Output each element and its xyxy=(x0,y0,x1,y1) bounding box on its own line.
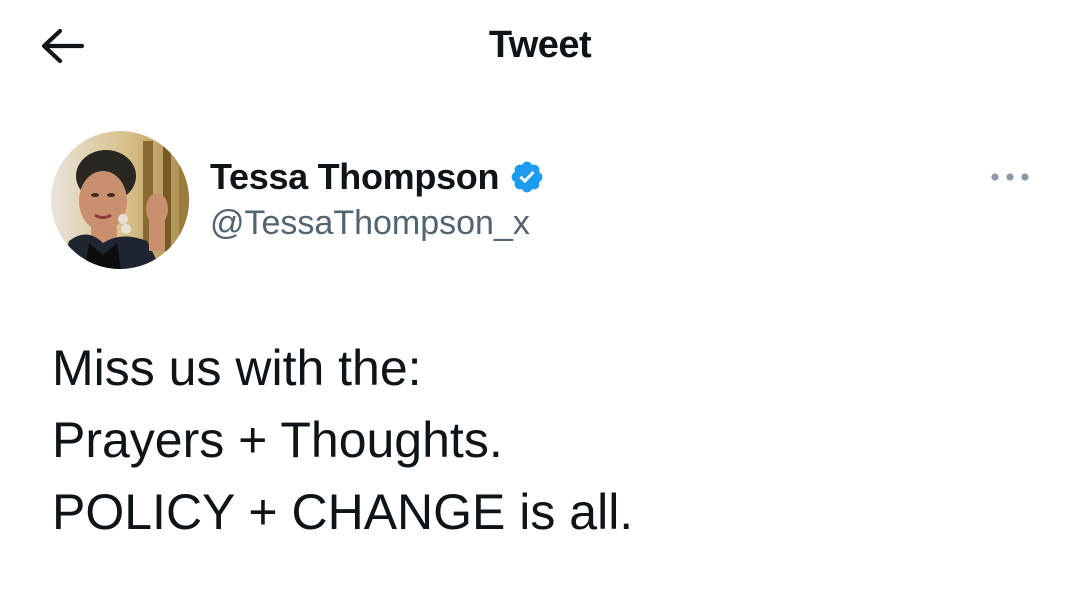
author-name[interactable]: Tessa Thompson xyxy=(210,156,499,198)
more-horizontal-icon xyxy=(991,173,1029,181)
top-bar: Tweet xyxy=(0,0,1080,92)
avatar[interactable] xyxy=(51,131,189,269)
tweet-text-line: Prayers + Thoughts. xyxy=(52,412,503,468)
tweet-text-line: Miss us with the: xyxy=(52,340,422,396)
page-title: Tweet xyxy=(488,24,592,66)
more-options-button[interactable] xyxy=(982,160,1038,194)
profile-photo xyxy=(51,131,189,269)
tweet-text: Miss us with the: Prayers + Thoughts. PO… xyxy=(52,332,633,548)
verified-badge-icon xyxy=(511,161,543,193)
author-handle[interactable]: @TessaThompson_x xyxy=(210,204,530,243)
tweet-text-line: POLICY + CHANGE is all. xyxy=(52,484,634,540)
author-info: Tessa Thompson xyxy=(210,152,545,202)
